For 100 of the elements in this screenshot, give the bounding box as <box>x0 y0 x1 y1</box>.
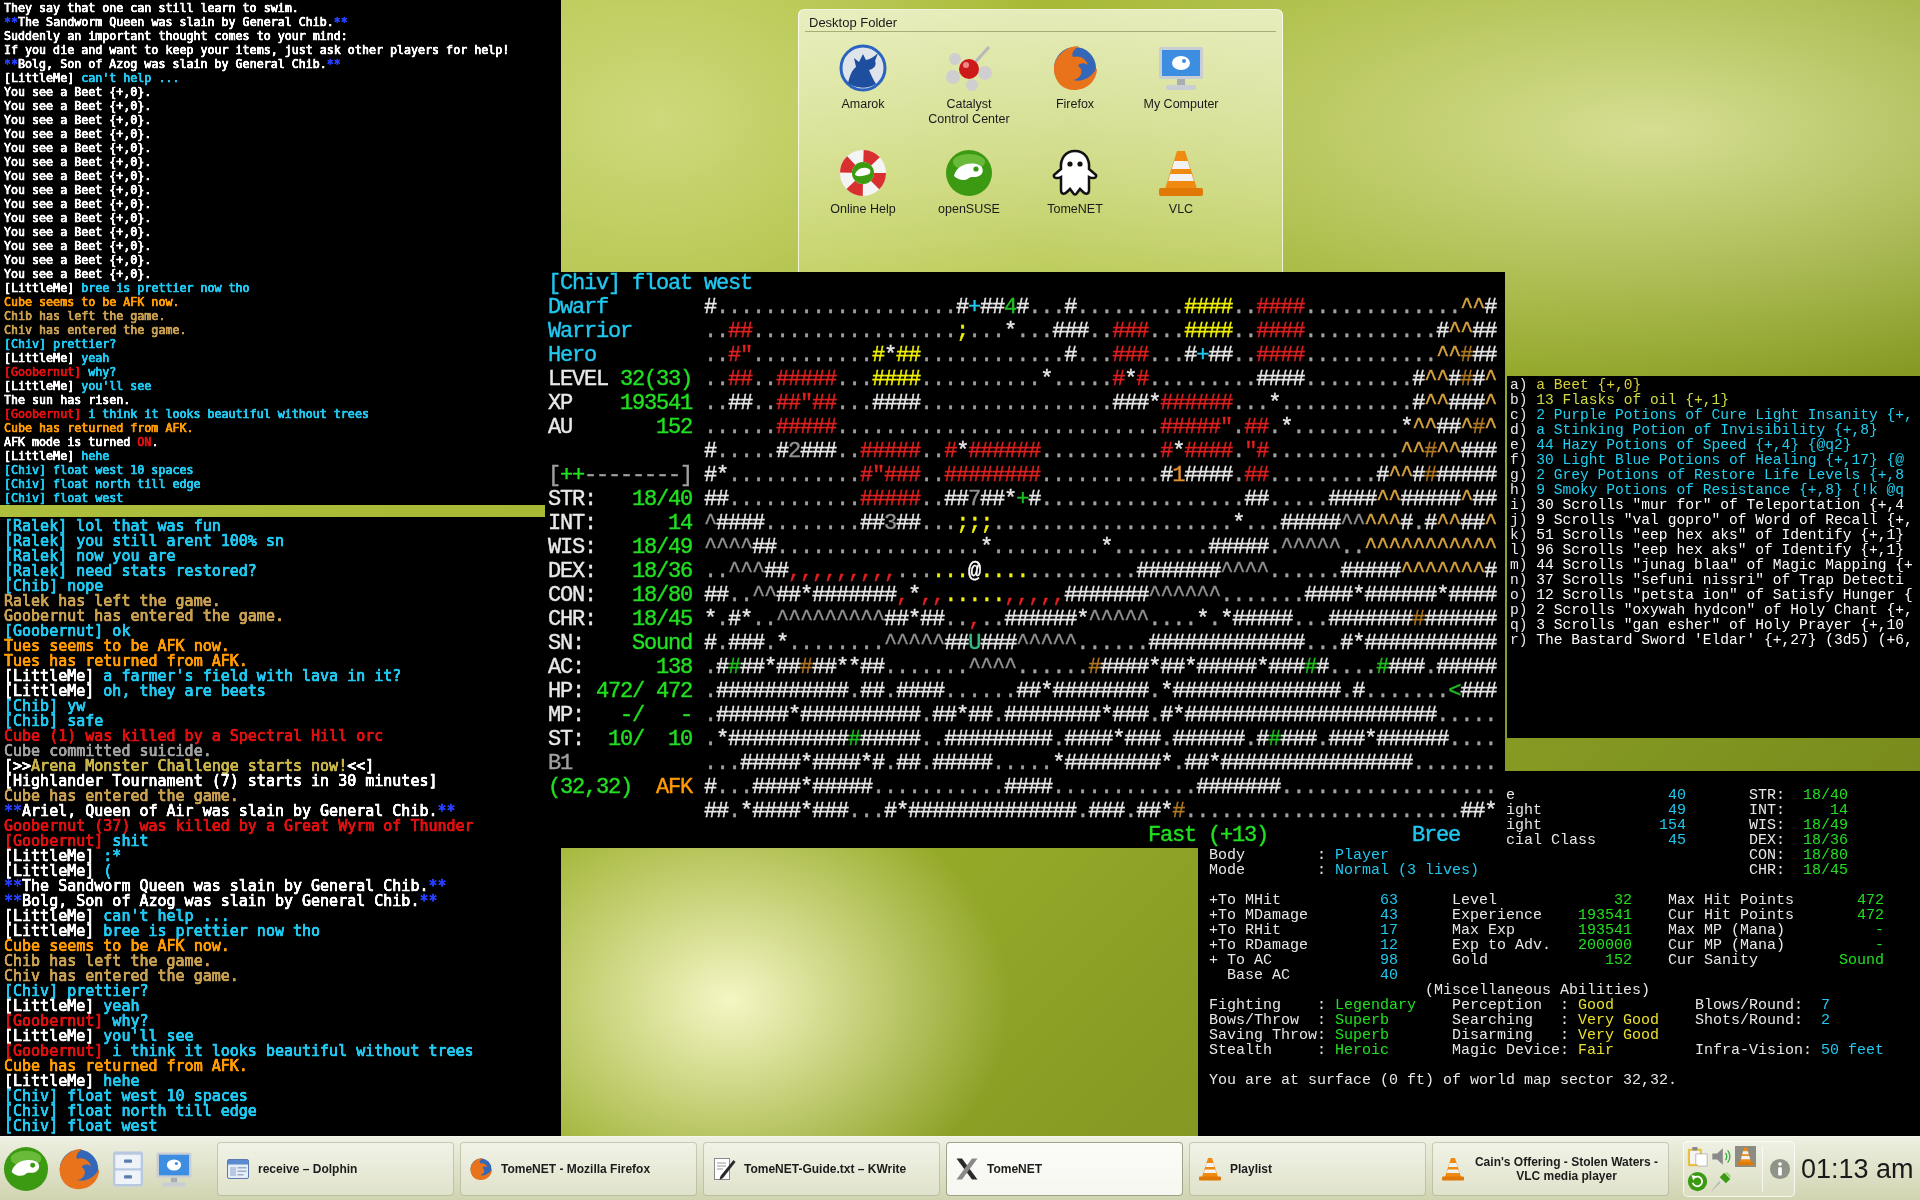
traffic-cone-icon <box>1198 1156 1222 1181</box>
inventory-item: 2 Grey Potions of Restore Life Levels {+,8 <box>1536 468 1905 483</box>
map-row: ..^^^##,,,,,,,,,......@.............#######^^^^......#####^^^^^^^# <box>704 560 1497 584</box>
log-line: [LittleMe] bree is prettier now tho <box>4 924 321 939</box>
desktop-shortcut[interactable]: Online Help <box>830 149 896 217</box>
stat-label: CON: <box>548 584 596 608</box>
sheet-label: Base AC <box>1227 968 1290 983</box>
log-line: Suddenly an important thought comes to your mind: <box>4 29 348 43</box>
label-colon: : <box>1560 1043 1569 1058</box>
log-line: [Chib] yw <box>4 699 86 714</box>
inventory-slot: e) <box>1510 438 1528 453</box>
log-line: [Ralek] you still arent 100% sn <box>4 534 284 549</box>
task-button[interactable]: TomeNET-Guide.txt – KWrite <box>703 1141 940 1196</box>
map-row: ##..^^##*#######,*,,.....,,,,,#######^^^^^^.......####*######*#### <box>704 584 1497 608</box>
window-icon <box>226 1156 250 1181</box>
map-row: .*################..#########.####*###.######.#####.###*######.... <box>704 728 1497 752</box>
inventory-item: 44 Hazy Potions of Speed {+,4} {@q2} <box>1536 438 1852 453</box>
sheet-label: Magic Device <box>1452 1043 1561 1058</box>
sheet-label: WIS: <box>1749 818 1785 833</box>
desktop-shortcut[interactable]: My Computer <box>1143 44 1219 112</box>
inventory-slot: q) <box>1510 618 1528 633</box>
stat-value: 152 <box>656 416 692 440</box>
plug-icon[interactable] <box>1711 1170 1732 1192</box>
gecko-icon[interactable] <box>3 1145 49 1192</box>
desktop-shortcut[interactable]: VLC <box>1157 149 1205 217</box>
gecko-icon <box>945 149 993 197</box>
sheet-value: 17 <box>1380 923 1398 938</box>
log-line: [LittleMe] ( <box>4 864 113 879</box>
inventory-slot: l) <box>1510 543 1528 558</box>
task-button[interactable]: TomeNET - Mozilla Firefox <box>460 1141 697 1196</box>
task-button[interactable]: Cain's Offering - Stolen Waters - VLC media player <box>1432 1141 1669 1196</box>
sheet-label: Max Hit Points <box>1668 893 1795 908</box>
log-line: [LittleMe] yeah <box>4 351 110 365</box>
log-line: Chib has left the game. <box>4 954 212 969</box>
label-colon: : <box>1317 1043 1326 1058</box>
log-line: You see a Beet {+,0}. <box>4 169 152 183</box>
sheet-label: Cur Hit Points <box>1668 908 1795 923</box>
inventory-slot: f) <box>1510 453 1528 468</box>
task-button[interactable]: receive – Dolphin <box>217 1141 454 1196</box>
sheet-label: Shots/Round: <box>1695 1013 1804 1028</box>
sheet-value: 40 <box>1668 788 1686 803</box>
monitor-icon[interactable] <box>155 1149 193 1188</box>
log-line: [Chiv] float west <box>4 491 124 505</box>
stat-label: SN: <box>548 632 584 656</box>
desktop-shortcut[interactable]: Firefox <box>1051 44 1099 112</box>
stat-label: WIS: <box>548 536 596 560</box>
label-colon: : <box>1560 1013 1569 1028</box>
desktop-shortcut[interactable]: Catalyst Control Center <box>926 44 1012 127</box>
stat-value: 193541 <box>620 392 692 416</box>
stat-value: 32(33) <box>620 368 692 392</box>
desktop-shortcut[interactable]: TomeNET <box>1047 149 1103 217</box>
sheet-value: 2 <box>1821 1013 1830 1028</box>
desktop-shortcut[interactable]: openSUSE <box>938 149 1000 217</box>
map-row: #....................#+##4#...#.........####..####.............^^# <box>704 296 1497 320</box>
map-row: *.#*..^^^^^^^^^##*##..,..######*^^^^^....*.*#####...############## <box>704 608 1497 632</box>
sheet-value: - <box>1875 938 1884 953</box>
speaker-icon[interactable] <box>1711 1145 1732 1167</box>
log-line: [Goobernut] i think it looks beautiful without trees <box>4 407 369 421</box>
clock: 01:13 am <box>1801 1153 1914 1184</box>
sheet-label: +To MHit <box>1209 893 1281 908</box>
log-line: You see a Beet {+,0}. <box>4 197 152 211</box>
label-colon: : <box>1560 1028 1569 1043</box>
inventory-item: 37 Scrolls "sefuni nissri" of Trap Detecti <box>1536 573 1905 588</box>
log-line: [Goobernut] shit <box>4 834 149 849</box>
log-line: [LittleMe] oh, they are beets <box>4 684 266 699</box>
log-line: Cube seems to be AFK now. <box>4 939 230 954</box>
sheet-value: 472 <box>1857 893 1884 908</box>
log-line: [Ralek] now you are <box>4 549 176 564</box>
log-line: You see a Beet {+,0}. <box>4 141 152 155</box>
sheet-label: Experience <box>1452 908 1542 923</box>
stat-label: ST: <box>548 728 584 752</box>
fox-globe-icon[interactable] <box>57 1146 101 1191</box>
inventory-slot: j) <box>1510 513 1528 528</box>
inventory-slot: h) <box>1510 483 1528 498</box>
log-line: Chiv has entered the game. <box>4 323 187 337</box>
sheet-value: 200000 <box>1578 938 1632 953</box>
stat-value: Sound <box>632 632 692 656</box>
log-line: [Chiv] float west 10 spaces <box>4 1089 248 1104</box>
location-text: You are at surface (0 ft) of world map sector 32,32. <box>1209 1073 1678 1088</box>
stat-value: 18/40 <box>632 488 692 512</box>
task-button[interactable]: Playlist <box>1189 1141 1426 1196</box>
map-row: #*...........#"###..########..........#1####.##.........#^^####### <box>704 464 1497 488</box>
clipboard-icon[interactable] <box>1687 1145 1708 1167</box>
log-line: [LittleMe] :* <box>4 849 122 864</box>
sheet-label: Exp to Adv. <box>1452 938 1552 953</box>
stat-value: -/ - <box>620 704 692 728</box>
map-row: ..##..##"##...####................###*######...*...........#^^###^ <box>704 392 1497 416</box>
log-line: They say that one can still learn to swim. <box>4 1 299 15</box>
info-icon[interactable] <box>1769 1157 1791 1180</box>
depth-text: B1 <box>548 752 572 776</box>
log-line: [Highlander Tournament (7) starts in 30 minutes] <box>4 774 438 789</box>
traffic-cone-icon[interactable] <box>1735 1145 1756 1167</box>
inventory-slot: a) <box>1510 378 1528 393</box>
desktop-shortcut[interactable]: Amarok <box>839 44 887 112</box>
sheet-value: 193541 <box>1578 923 1632 938</box>
task-button[interactable]: TomeNET <box>946 1141 1183 1196</box>
sheet-value: 40 <box>1380 968 1398 983</box>
race-text: Dwarf <box>548 296 608 320</box>
log-line: [Goobernut] why? <box>4 365 117 379</box>
stat-label: HP: <box>548 680 584 704</box>
